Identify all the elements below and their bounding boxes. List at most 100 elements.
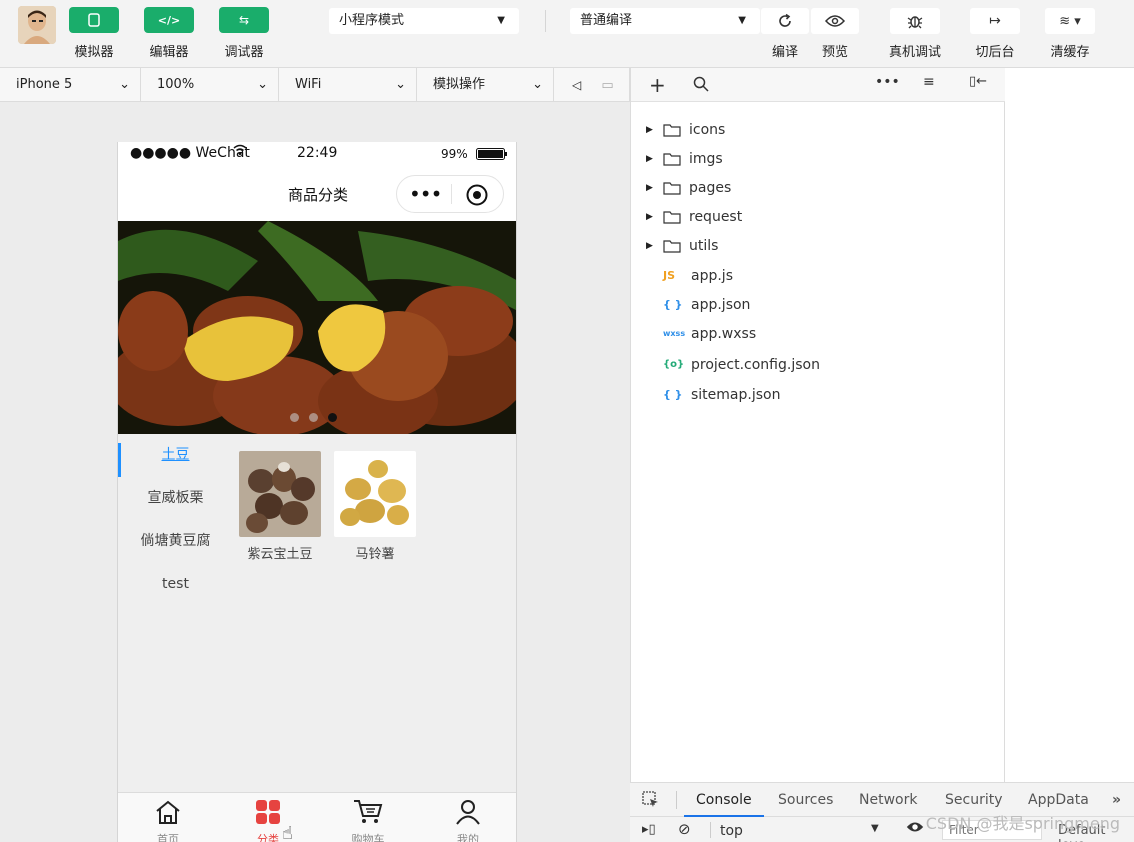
tree-item-label: request — [689, 209, 743, 225]
category-item[interactable]: 倘塘黄豆腐 — [118, 520, 233, 563]
zoom-select[interactable]: 100% ⌄ — [141, 68, 279, 102]
folder-icon — [663, 182, 681, 195]
plus-icon[interactable]: + — [649, 73, 666, 97]
tree-folder[interactable]: ▶ imgs — [631, 145, 723, 173]
caret-down-icon: ▼ — [497, 15, 505, 26]
zoom-select-value: 100% — [157, 77, 195, 92]
divider — [676, 791, 677, 809]
chevron-down-icon: ⌄ — [532, 77, 543, 92]
remote-debug-button[interactable] — [890, 8, 940, 34]
chevron-down-icon: ⌄ — [257, 77, 268, 92]
clear-console-icon[interactable]: ⊘ — [678, 820, 691, 838]
mode-select[interactable]: 小程序模式 ▼ — [329, 8, 519, 34]
editor-button[interactable]: </> — [144, 7, 194, 33]
preview-button[interactable] — [811, 8, 859, 34]
goods-item[interactable]: 紫云宝土豆 — [239, 451, 321, 562]
tree-file[interactable]: wxss app.wxss — [631, 320, 756, 348]
tree-file[interactable]: {o} project.config.json — [631, 351, 820, 379]
simulate-op-value: 模拟操作 — [433, 77, 486, 92]
banner-swiper[interactable] — [118, 221, 516, 434]
more-icon[interactable]: ••• — [875, 74, 900, 90]
sidebar-toggle-icon[interactable]: ▸▯ — [642, 822, 656, 837]
background-button[interactable]: ↦ — [970, 8, 1020, 34]
goods-image-taro — [239, 451, 321, 537]
swiper-dot-active[interactable] — [328, 413, 337, 422]
tab-mine[interactable]: 我的 — [418, 793, 516, 842]
goods-name: 马铃薯 — [355, 547, 395, 562]
bug-icon — [907, 16, 923, 29]
home-icon — [156, 800, 180, 824]
tree-folder[interactable]: ▶ request — [631, 203, 742, 231]
caret-down-icon[interactable]: ▼ — [871, 823, 879, 834]
tab-label: 购物车 — [351, 833, 385, 842]
close-mini-program-icon[interactable] — [465, 183, 489, 211]
search-icon[interactable] — [693, 76, 709, 96]
compile-select[interactable]: 普通编译 ▼ — [570, 8, 760, 34]
tab-network[interactable]: Network — [859, 783, 917, 817]
swiper-dot[interactable] — [290, 413, 299, 422]
inspect-icon[interactable] — [642, 791, 660, 813]
folder-icon — [663, 124, 681, 137]
simulator-area: ●●●●● WeChat 22:49 99% 商品分类 ••• 土豆 宣威板栗 … — [0, 102, 630, 842]
collapse-icon[interactable]: ≡ — [923, 74, 935, 90]
network-select[interactable]: WiFi ⌄ — [279, 68, 417, 102]
tab-home[interactable]: 首页 — [118, 793, 218, 842]
debugger-button[interactable]: ⇆ — [219, 7, 269, 33]
user-avatar[interactable] — [18, 6, 56, 44]
tree-folder[interactable]: ▶ icons — [631, 116, 725, 144]
tree-folder[interactable]: ▶ pages — [631, 174, 731, 202]
goods-image-potato — [334, 451, 416, 537]
caret-down-icon: ▼ — [738, 15, 746, 26]
panel-toggle-icon[interactable]: ▯← — [969, 74, 987, 89]
swiper-indicators — [290, 413, 337, 422]
clock-text: 22:49 — [297, 145, 338, 161]
tree-item-label: sitemap.json — [691, 387, 781, 403]
debugger-label: 调试器 — [224, 45, 264, 60]
goods-item[interactable]: 马铃薯 — [334, 451, 416, 562]
clear-cache-button[interactable]: ≋ ▾ — [1045, 8, 1095, 34]
tab-label: 分类 — [257, 833, 279, 842]
tab-label: 我的 — [457, 833, 479, 842]
goods-name: 紫云宝土豆 — [247, 547, 313, 562]
folder-icon — [663, 211, 681, 224]
eye-icon[interactable] — [905, 820, 925, 838]
phone-icon — [88, 13, 100, 27]
file-explorer: + ••• ≡ ▯← ▶ icons ▶ imgs ▶ pages ▶ requ… — [630, 68, 1006, 782]
folder-icon — [663, 240, 681, 253]
tree-file[interactable]: { } sitemap.json — [631, 381, 780, 409]
layers-icon: ≋ ▾ — [1059, 13, 1081, 29]
tree-item-label: project.config.json — [691, 357, 820, 373]
tree-item-label: app.wxss — [691, 326, 757, 342]
chevron-down-icon: ⌄ — [395, 77, 406, 92]
swap-icon: ⇆ — [238, 13, 250, 27]
tree-item-label: utils — [689, 238, 719, 254]
battery-icon — [476, 148, 508, 164]
context-select[interactable]: top — [720, 823, 743, 839]
tab-sources[interactable]: Sources — [778, 783, 833, 817]
tree-file[interactable]: JS app.js — [631, 262, 733, 290]
simulate-op-select[interactable]: 模拟操作 ⌄ — [417, 68, 554, 102]
battery-text: 99% — [441, 147, 468, 161]
simulator-button[interactable] — [69, 7, 119, 33]
tab-console[interactable]: Console — [684, 783, 764, 817]
swiper-dot[interactable] — [309, 413, 318, 422]
tree-folder[interactable]: ▶ utils — [631, 232, 718, 260]
device-select-value: iPhone 5 — [16, 77, 73, 92]
caret-right-icon: ▶ — [646, 241, 653, 251]
category-item[interactable]: test — [118, 563, 233, 606]
tab-cart[interactable]: 购物车 — [318, 793, 418, 842]
device-select[interactable]: iPhone 5 ⌄ — [0, 68, 141, 102]
remote-debug-label: 真机调试 — [888, 45, 941, 60]
speaker-icon[interactable]: ◁ — [572, 78, 581, 92]
menu-capsule: ••• — [396, 175, 504, 213]
category-item[interactable]: 宣威板栗 — [118, 477, 233, 520]
window-icon[interactable]: ▭ — [601, 78, 613, 93]
explorer-toolbar: + ••• ≡ ▯← — [631, 68, 1006, 102]
tab-category[interactable]: 分类 ☝ — [218, 793, 318, 842]
category-item-active[interactable]: 土豆 — [118, 434, 233, 477]
compile-button[interactable] — [761, 8, 809, 34]
more-icon[interactable]: ••• — [409, 182, 442, 206]
carrier-text: ●●●●● WeChat — [130, 145, 250, 161]
tree-file[interactable]: { } app.json — [631, 291, 750, 319]
background-label: 切后台 — [975, 45, 1015, 60]
